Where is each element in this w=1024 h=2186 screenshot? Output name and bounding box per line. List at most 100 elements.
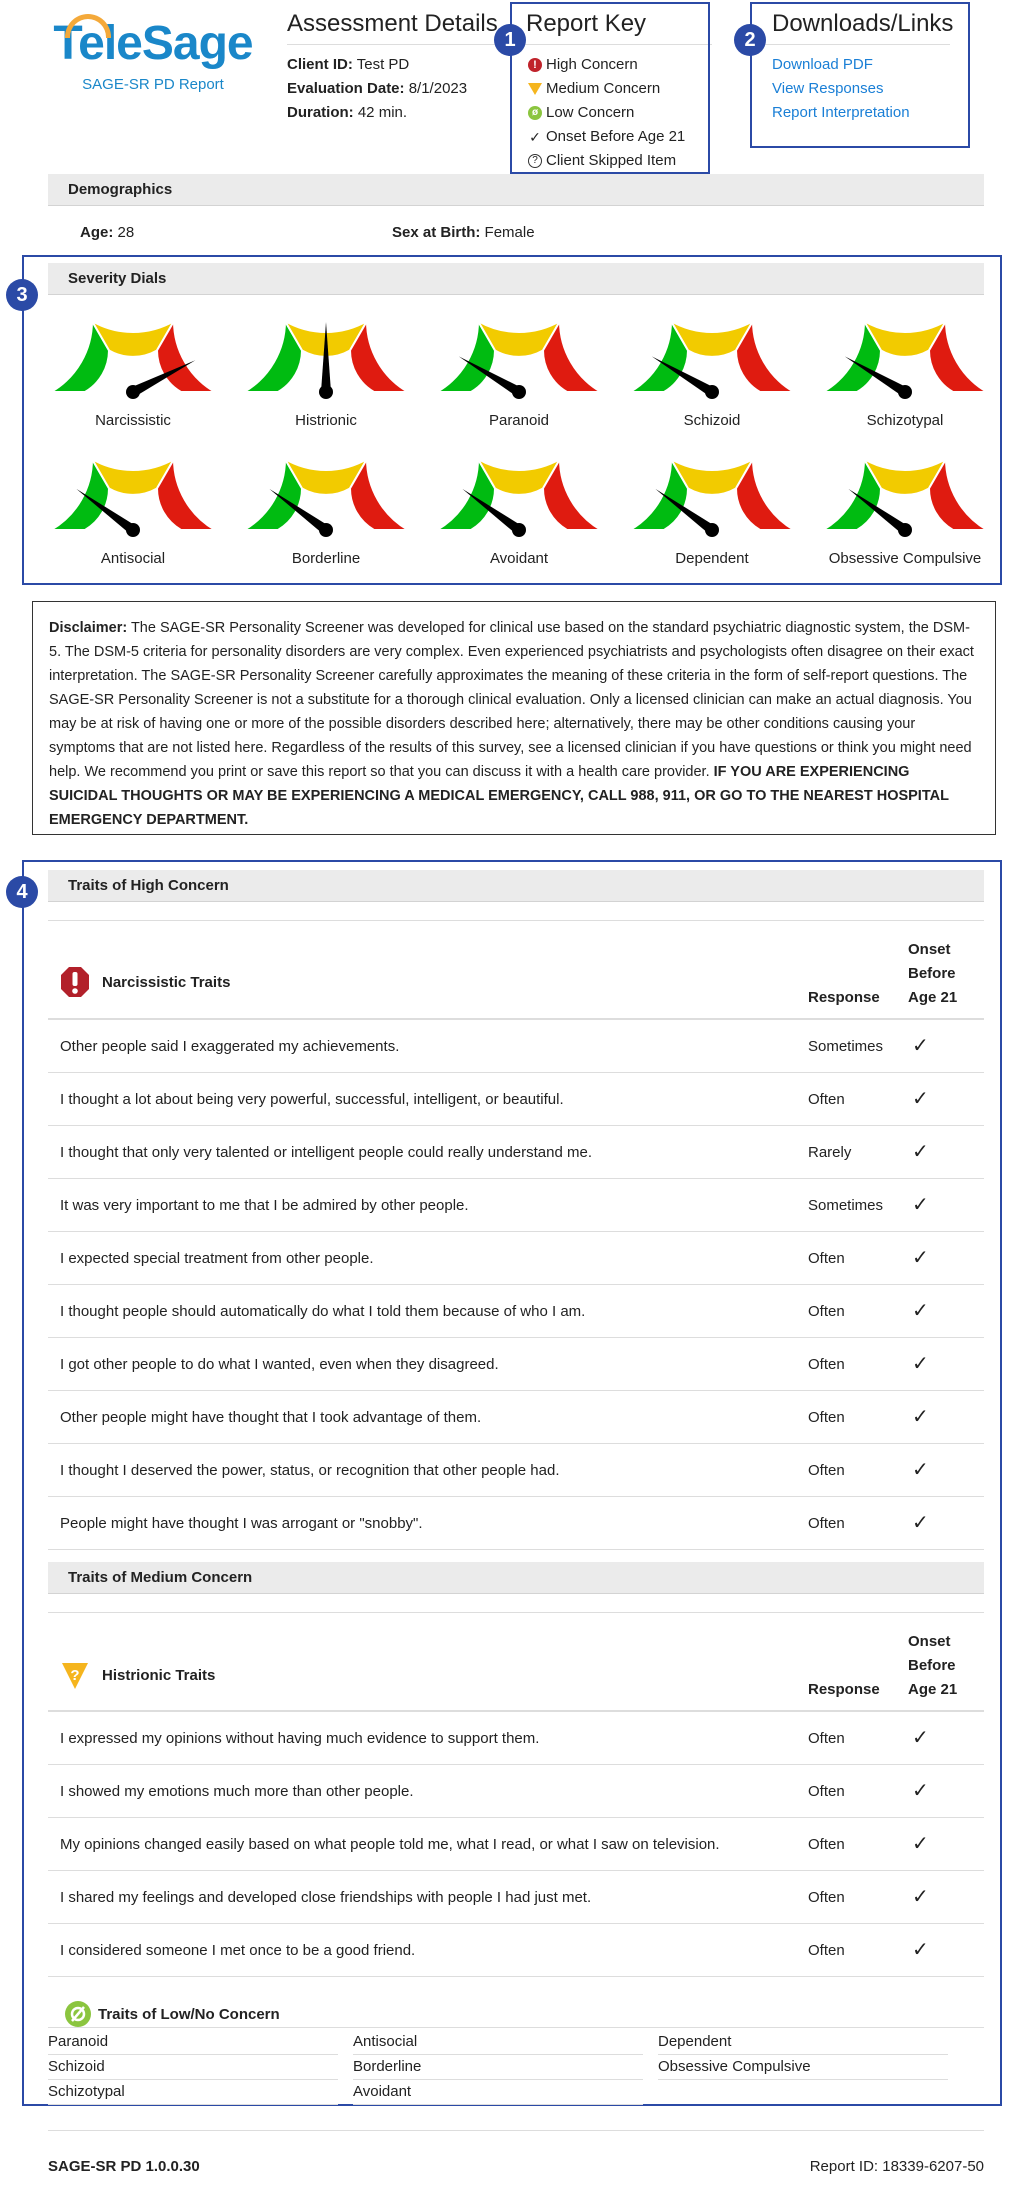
question-text: Other people said I exaggerated my achie… bbox=[60, 1038, 400, 1055]
question-text: I thought a lot about being very powerfu… bbox=[60, 1091, 564, 1108]
gauge-icon bbox=[627, 455, 797, 537]
checkmark-icon: ✓ bbox=[912, 1300, 929, 1322]
dial-label: Schizoid bbox=[683, 412, 741, 429]
client-id-row: Client ID: Test PD bbox=[287, 53, 512, 77]
question-text: I thought I deserved the power, status, … bbox=[60, 1462, 560, 1479]
svg-text:?: ? bbox=[70, 1667, 79, 1684]
assessment-details: Assessment Details Client ID: Test PD Ev… bbox=[287, 6, 512, 125]
table-row: I shared my feelings and developed close… bbox=[48, 1871, 984, 1924]
gauge-icon bbox=[627, 317, 797, 399]
severity-dial: Paranoid bbox=[434, 312, 604, 429]
sex-label: Sex at Birth: bbox=[392, 224, 481, 241]
trait-table-header: Narcissistic Traits Response Onset Before… bbox=[48, 920, 984, 1020]
severity-dial: Antisocial bbox=[48, 450, 218, 567]
checkmark-icon: ✓ bbox=[912, 1459, 929, 1481]
medium-concern-header: Traits of Medium Concern bbox=[48, 1562, 984, 1594]
narcissistic-traits-table: Narcissistic Traits Response Onset Before… bbox=[48, 920, 984, 1550]
severity-dial: Dependent bbox=[627, 450, 797, 567]
low-concern-title: Traits of Low/No Concern bbox=[98, 2005, 280, 2023]
question-text: I thought that only very talented or int… bbox=[60, 1144, 593, 1161]
checkmark-icon: ✓ bbox=[912, 1833, 929, 1855]
gauge-icon bbox=[434, 317, 604, 399]
annotation-badge-3: 3 bbox=[6, 279, 38, 311]
eval-date-label: Evaluation Date: bbox=[287, 80, 405, 97]
medium-concern-icon bbox=[528, 83, 542, 95]
question-text: I shared my feelings and developed close… bbox=[60, 1889, 592, 1906]
question-text: It was very important to me that I be ad… bbox=[60, 1197, 469, 1214]
response-value: Often bbox=[808, 1409, 845, 1426]
dial-label: Antisocial bbox=[100, 550, 166, 567]
table-row: Other people said I exaggerated my achie… bbox=[48, 1020, 984, 1073]
dial-label: Dependent bbox=[675, 550, 749, 567]
question-text: I got other people to do what I wanted, … bbox=[60, 1356, 499, 1373]
checkmark-icon: ✓ bbox=[912, 1512, 929, 1534]
low-concern-item: Dependent bbox=[658, 2030, 948, 2055]
sex-value: Female bbox=[484, 224, 535, 241]
report-key: Report Key ! High Concern Medium Concern … bbox=[510, 2, 712, 174]
dial-label: Avoidant bbox=[489, 550, 549, 567]
response-value: Rarely bbox=[808, 1144, 852, 1161]
age-label: Age: bbox=[80, 224, 114, 241]
response-value: Often bbox=[808, 1303, 845, 1320]
severity-dials-header: Severity Dials bbox=[48, 263, 984, 295]
table-row: I showed my emotions much more than othe… bbox=[48, 1765, 984, 1818]
checkmark-icon: ✓ bbox=[912, 1141, 929, 1163]
onset-column-header: Onset Before Age 21 bbox=[908, 941, 958, 1006]
table-row: I expected special treatment from other … bbox=[48, 1232, 984, 1285]
high-concern-rows: Other people said I exaggerated my achie… bbox=[48, 1020, 984, 1550]
gauge-icon bbox=[48, 317, 218, 399]
response-value: Often bbox=[808, 1515, 845, 1532]
disclaimer: Disclaimer: The SAGE-SR Personality Scre… bbox=[32, 601, 996, 835]
trait-title: Narcissistic Traits bbox=[102, 973, 231, 991]
eval-date-value: 8/1/2023 bbox=[408, 80, 468, 97]
age-value: 28 bbox=[117, 224, 135, 241]
trait-table-header: ? Histrionic Traits Response Onset Before A… bbox=[48, 1612, 984, 1712]
dial-label: Schizotypal bbox=[866, 412, 944, 429]
response-column-header: Response bbox=[808, 989, 880, 1006]
histrionic-traits-table: ? Histrionic Traits Response Onset Before A… bbox=[48, 1612, 984, 1977]
annotation-badge-2: 2 bbox=[734, 24, 766, 56]
checkmark-icon: ✓ bbox=[912, 1406, 929, 1428]
severity-dial: Schizoid bbox=[627, 312, 797, 429]
table-row: It was very important to me that I be ad… bbox=[48, 1179, 984, 1232]
question-text: I considered someone I met once to be a … bbox=[60, 1942, 416, 1959]
onset-column-header: Onset Before Age 21 bbox=[908, 1633, 958, 1698]
checkmark-icon: ✓ bbox=[912, 1194, 929, 1216]
report-id: Report ID: 18339-6207-50 bbox=[809, 2158, 984, 2175]
sex-field: Sex at Birth: Female bbox=[392, 224, 535, 241]
checkmark-icon: ✓ bbox=[912, 1939, 929, 1961]
disclaimer-label: Disclaimer: bbox=[49, 620, 128, 636]
client-id-value: Test PD bbox=[356, 56, 410, 73]
gauge-icon bbox=[241, 317, 411, 399]
dial-label: Narcissistic bbox=[95, 412, 171, 429]
demographics-header: Demographics bbox=[48, 174, 984, 206]
checkmark-icon: ✓ bbox=[912, 1247, 929, 1269]
checkmark-icon: ✓ bbox=[912, 1727, 929, 1749]
question-text: Other people might have thought that I t… bbox=[60, 1409, 482, 1426]
severity-dial: Schizotypal bbox=[820, 312, 990, 429]
duration-row: Duration: 42 min. bbox=[287, 101, 512, 125]
high-concern-icon bbox=[61, 967, 89, 997]
dial-label: Paranoid bbox=[488, 412, 550, 429]
eval-date-row: Evaluation Date: 8/1/2023 bbox=[287, 77, 512, 101]
low-concern-header: Traits of Low/No Concern bbox=[64, 2000, 280, 2028]
duration-value: 42 min. bbox=[357, 104, 408, 121]
downloads-highlight bbox=[750, 2, 970, 148]
response-value: Sometimes bbox=[808, 1038, 884, 1055]
low-concern-item: Avoidant bbox=[353, 2080, 643, 2105]
dial-label: Borderline bbox=[291, 550, 361, 567]
trait-title: Histrionic Traits bbox=[102, 1666, 216, 1684]
checkmark-icon: ✓ bbox=[912, 1088, 929, 1110]
divider bbox=[48, 2130, 984, 2131]
question-text: I expected special treatment from other … bbox=[60, 1250, 374, 1267]
table-row: I got other people to do what I wanted, … bbox=[48, 1338, 984, 1391]
annotation-badge-1: 1 bbox=[494, 24, 526, 56]
report-page: TeleSage SAGE-SR PD Report Assessment De… bbox=[0, 0, 1024, 2186]
table-row: Other people might have thought that I t… bbox=[48, 1391, 984, 1444]
gauge-icon bbox=[820, 455, 990, 537]
severity-dial: Histrionic bbox=[241, 312, 411, 429]
response-value: Often bbox=[808, 1250, 845, 1267]
response-value: Sometimes bbox=[808, 1197, 884, 1214]
table-row: My opinions changed easily based on what… bbox=[48, 1818, 984, 1871]
response-column-header: Response bbox=[808, 1681, 880, 1698]
